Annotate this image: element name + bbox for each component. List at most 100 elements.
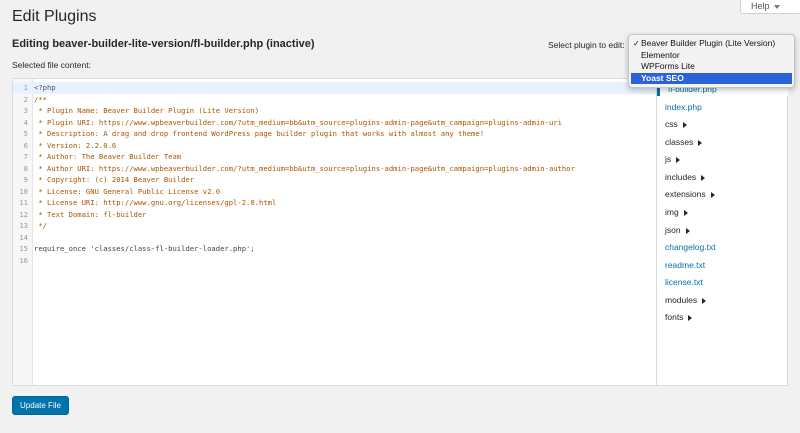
expand-arrow-icon	[698, 139, 703, 146]
file-item-label: index.php	[665, 102, 702, 112]
folder-item[interactable]: includes	[665, 170, 706, 184]
code-line: 7 * Author: The Beaver Builder Team	[13, 151, 656, 163]
code-line: 15 require_once 'classes/class-fl-builder…	[13, 243, 656, 255]
folder-item[interactable]: json	[665, 223, 690, 237]
expand-arrow-icon	[682, 121, 687, 128]
code-text: * Author URI: https://www.wpbeaverbuilde…	[34, 163, 575, 173]
expand-arrow-icon	[702, 297, 707, 304]
line-number: 6	[23, 140, 28, 150]
line-number: 10	[19, 186, 28, 196]
selected-file-content-label: Selected file content:	[12, 60, 91, 70]
line-number: 16	[19, 255, 28, 265]
line-number: 14	[19, 232, 28, 242]
code-text: require_once 'classes/class-fl-builder-l…	[34, 244, 255, 253]
folder-item[interactable]: modules	[665, 293, 707, 307]
file-item-label: changelog.txt	[665, 242, 716, 252]
file-item-label: img	[665, 207, 679, 217]
file-link[interactable]: changelog.txt	[665, 240, 716, 254]
select-plugin-label: Select plugin to edit:	[548, 40, 625, 50]
code-text: * Copyright: (c) 2014 Beaver Builder	[34, 175, 195, 184]
plugin-file-tree: fl-builder.php index.php css classes js inclu…	[657, 78, 788, 386]
expand-arrow-icon	[701, 174, 706, 181]
line-number: 8	[23, 163, 28, 173]
code-editor[interactable]: 1 <?php 2/** 3 * Plugin Name: Beaver Builde…	[12, 78, 657, 386]
dropdown-option[interactable]: WPForms Lite	[631, 61, 792, 72]
code-line: 13 */	[13, 220, 656, 232]
folder-item[interactable]: fonts	[665, 310, 693, 324]
dropdown-option-label: Beaver Builder Plugin (Lite Version)	[641, 38, 776, 48]
line-number: 11	[19, 198, 28, 207]
line-number: 9	[23, 175, 28, 184]
code-line: 9 * Copyright: (c) 2014 Beaver Builder	[13, 174, 656, 186]
expand-arrow-icon	[676, 156, 681, 163]
checkmark-icon: ✓	[633, 39, 640, 48]
code-line: 2 /**	[13, 94, 656, 106]
expand-arrow-icon	[688, 314, 693, 321]
code-line: 11 * License URI: http://www.gnu.org/lic…	[13, 197, 656, 209]
line-number: 7	[23, 152, 28, 161]
file-item-label: json	[665, 225, 681, 235]
line-number: 12	[19, 209, 28, 219]
line-number: 5	[23, 129, 28, 138]
folder-item[interactable]: extensions	[665, 187, 715, 201]
code-text: * Description: A drag and drop frontend …	[34, 129, 485, 138]
help-label: Help	[751, 1, 770, 11]
dropdown-option-label: WPForms Lite	[641, 61, 695, 71]
dropdown-option[interactable]: Yoast SEO	[631, 72, 792, 84]
code-line: 16	[13, 255, 656, 267]
code-text: * Author: The Beaver Builder Team	[34, 152, 182, 161]
folder-item[interactable]: js	[665, 152, 681, 166]
file-item-label: css	[665, 119, 678, 129]
code-line: 12 * Text Domain: fl-builder	[13, 209, 656, 221]
file-link[interactable]: license.txt	[665, 275, 703, 289]
folder-item[interactable]: classes	[665, 135, 703, 149]
code-text: * License: GNU General Public License v2…	[34, 186, 221, 196]
line-number: 2	[23, 94, 28, 104]
code-line: 6 * Version: 2.2.0.6	[13, 140, 656, 152]
code-text: */	[34, 221, 47, 230]
plugin-select-dropdown[interactable]: ✓ Beaver Builder Plugin (Lite Version) Ele…	[628, 34, 795, 88]
file-item-label: fonts	[665, 312, 684, 322]
code-line: 8 * Author URI: https://www.wpbeaverbuil…	[13, 163, 656, 175]
file-item-label: modules	[665, 295, 698, 305]
dropdown-option[interactable]: ✓ Beaver Builder Plugin (Lite Version)	[631, 38, 792, 49]
line-number: 15	[19, 244, 28, 253]
code-text: /**	[34, 94, 47, 104]
file-item-label: includes	[665, 172, 697, 182]
editing-file-heading: Editing beaver-builder-lite-version/fl-b…	[12, 38, 315, 50]
folder-item[interactable]: img	[665, 205, 688, 219]
line-number: 4	[23, 117, 28, 127]
code-line: 10 * License: GNU General Public License…	[13, 186, 656, 198]
file-item-label: license.txt	[665, 277, 703, 287]
help-tab-button[interactable]: Help	[740, 0, 800, 14]
file-item-label: extensions	[665, 189, 706, 199]
expand-arrow-icon	[683, 209, 688, 216]
code-text: * Text Domain: fl-builder	[34, 209, 147, 219]
file-item-label: readme.txt	[665, 260, 706, 270]
file-link[interactable]: readme.txt	[665, 258, 705, 272]
code-text: * Plugin URI: https://www.wpbeaverbuilde…	[34, 117, 562, 127]
code-line: 4 * Plugin URI: https://www.wpbeaverbuil…	[13, 117, 656, 129]
folder-item[interactable]: css	[665, 117, 687, 131]
code-text: <?php	[34, 83, 56, 92]
line-number: 3	[23, 106, 28, 115]
file-item-label: classes	[665, 137, 694, 147]
file-item-label: js	[665, 154, 672, 164]
expand-arrow-icon	[710, 191, 715, 198]
file-link[interactable]: index.php	[665, 100, 702, 114]
caret-down-icon	[773, 4, 780, 9]
update-file-button[interactable]: Update File	[12, 396, 69, 415]
code-line: 5 * Description: A drag and drop fronten…	[13, 128, 656, 140]
code-line: 1 <?php	[13, 82, 656, 94]
line-number: 1	[23, 83, 28, 92]
expand-arrow-icon	[685, 227, 690, 234]
code-text: * Plugin Name: Beaver Builder Plugin (Li…	[34, 106, 260, 115]
code-line: 3 * Plugin Name: Beaver Builder Plugin (…	[13, 105, 656, 117]
dropdown-option[interactable]: Elementor	[631, 50, 792, 61]
code-text: * License URI: http://www.gnu.org/licens…	[34, 198, 277, 207]
code-line: 14	[13, 232, 656, 244]
code-text: * Version: 2.2.0.6	[34, 140, 117, 150]
dropdown-option-label: Elementor	[641, 49, 680, 60]
page-title: Edit Plugins	[12, 8, 97, 25]
dropdown-option-label: Yoast SEO	[641, 72, 684, 83]
